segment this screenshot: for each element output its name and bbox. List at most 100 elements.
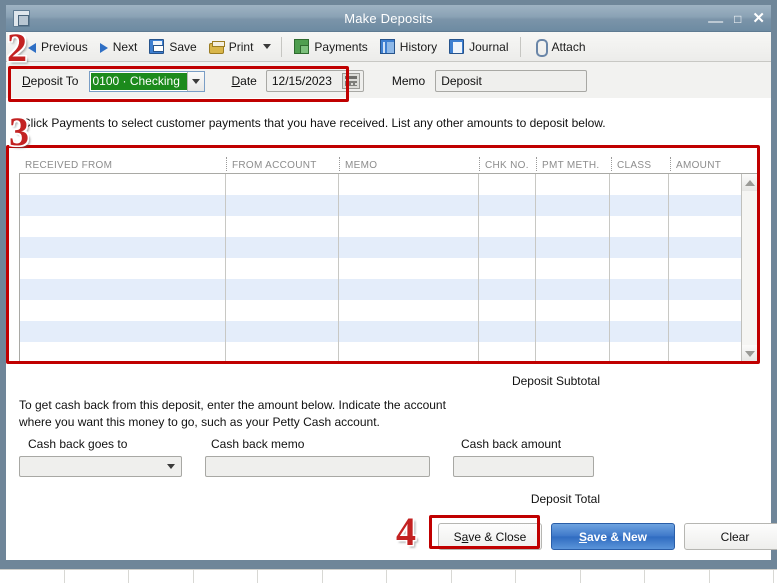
grid-header-received-from[interactable]: RECEIVED FROM: [19, 155, 226, 173]
toolbar-journal-button[interactable]: Journal: [443, 34, 514, 60]
cash-back-goes-to-combobox[interactable]: [19, 456, 182, 477]
table-cell[interactable]: [339, 342, 479, 362]
toolbar-payments-button[interactable]: Payments: [288, 34, 373, 60]
table-row[interactable]: [20, 300, 741, 321]
table-row[interactable]: [20, 237, 741, 258]
table-cell[interactable]: [339, 279, 479, 300]
toolbar-history-button[interactable]: History: [374, 34, 443, 60]
deposit-to-combobox[interactable]: 0100 · Checking: [89, 70, 206, 92]
table-cell[interactable]: [479, 279, 536, 300]
maximize-icon[interactable]: □: [734, 13, 741, 25]
table-cell[interactable]: [226, 237, 340, 258]
cash-back-amount-input[interactable]: [453, 456, 594, 477]
toolbar-print-button[interactable]: Print: [203, 34, 260, 60]
table-cell[interactable]: [669, 216, 741, 237]
table-cell[interactable]: [610, 216, 670, 237]
toolbar-save-button[interactable]: Save: [143, 34, 202, 60]
table-cell[interactable]: [669, 300, 741, 321]
grid-header-amount[interactable]: AMOUNT: [670, 155, 742, 173]
toolbar-next-button[interactable]: Next: [94, 34, 144, 60]
save-and-new-button[interactable]: Save & New: [551, 523, 675, 550]
table-row[interactable]: [20, 342, 741, 362]
table-cell[interactable]: [479, 342, 536, 362]
table-cell[interactable]: [226, 279, 340, 300]
table-row[interactable]: [20, 258, 741, 279]
minimize-icon[interactable]: —: [708, 14, 723, 29]
table-cell[interactable]: [610, 174, 670, 195]
table-cell[interactable]: [610, 279, 670, 300]
table-cell[interactable]: [536, 321, 611, 342]
table-cell[interactable]: [20, 300, 227, 321]
table-cell[interactable]: [669, 321, 741, 342]
grid-header-class[interactable]: CLASS: [611, 155, 670, 173]
table-cell[interactable]: [479, 216, 536, 237]
table-cell[interactable]: [339, 258, 479, 279]
grid-vertical-scrollbar[interactable]: [741, 174, 758, 362]
calendar-icon[interactable]: [341, 73, 360, 89]
table-cell[interactable]: [479, 237, 536, 258]
grid-header-pmt-meth[interactable]: PMT METH.: [536, 155, 611, 173]
table-cell[interactable]: [339, 237, 479, 258]
table-cell[interactable]: [536, 279, 611, 300]
table-cell[interactable]: [20, 342, 227, 362]
clear-button[interactable]: Clear: [684, 523, 777, 550]
table-cell[interactable]: [479, 300, 536, 321]
table-cell[interactable]: [479, 258, 536, 279]
table-cell[interactable]: [610, 321, 670, 342]
table-cell[interactable]: [610, 258, 670, 279]
table-row[interactable]: [20, 195, 741, 216]
table-cell[interactable]: [226, 174, 340, 195]
table-cell[interactable]: [536, 237, 611, 258]
table-cell[interactable]: [339, 216, 479, 237]
table-cell[interactable]: [536, 174, 611, 195]
table-cell[interactable]: [226, 321, 340, 342]
table-cell[interactable]: [20, 258, 227, 279]
table-cell[interactable]: [479, 195, 536, 216]
cash-back-memo-input[interactable]: [205, 456, 430, 477]
table-cell[interactable]: [479, 174, 536, 195]
table-cell[interactable]: [536, 258, 611, 279]
table-cell[interactable]: [536, 216, 611, 237]
table-row[interactable]: [20, 216, 741, 237]
scrollbar-track[interactable]: [742, 191, 758, 345]
print-dropdown-button[interactable]: [259, 35, 275, 59]
table-cell[interactable]: [610, 342, 670, 362]
table-cell[interactable]: [226, 342, 340, 362]
table-cell[interactable]: [669, 174, 741, 195]
table-cell[interactable]: [20, 237, 227, 258]
memo-input[interactable]: Deposit: [435, 70, 588, 92]
table-cell[interactable]: [339, 300, 479, 321]
save-and-close-button[interactable]: Save & Close: [438, 523, 542, 550]
table-cell[interactable]: [20, 279, 227, 300]
table-cell[interactable]: [339, 195, 479, 216]
table-cell[interactable]: [20, 195, 227, 216]
table-cell[interactable]: [20, 321, 227, 342]
table-cell[interactable]: [610, 300, 670, 321]
table-cell[interactable]: [536, 195, 611, 216]
scroll-up-arrow-icon[interactable]: [742, 174, 758, 191]
table-cell[interactable]: [610, 237, 670, 258]
table-cell[interactable]: [479, 321, 536, 342]
table-cell[interactable]: [669, 195, 741, 216]
table-cell[interactable]: [226, 258, 340, 279]
toolbar-previous-button[interactable]: Previous: [22, 34, 94, 60]
table-cell[interactable]: [339, 321, 479, 342]
table-cell[interactable]: [226, 216, 340, 237]
table-cell[interactable]: [536, 300, 611, 321]
close-icon[interactable]: ✕: [752, 11, 765, 26]
table-cell[interactable]: [20, 216, 227, 237]
table-row[interactable]: [20, 174, 741, 195]
table-row[interactable]: [20, 279, 741, 300]
scroll-down-arrow-icon[interactable]: [742, 345, 758, 362]
table-cell[interactable]: [610, 195, 670, 216]
table-cell[interactable]: [669, 258, 741, 279]
table-cell[interactable]: [226, 300, 340, 321]
table-cell[interactable]: [669, 237, 741, 258]
grid-header-chk-no[interactable]: CHK NO.: [479, 155, 536, 173]
toolbar-attach-button[interactable]: Attach: [527, 34, 591, 60]
table-row[interactable]: [20, 321, 741, 342]
deposit-to-dropdown-button[interactable]: [187, 71, 205, 91]
table-cell[interactable]: [669, 342, 741, 362]
table-cell[interactable]: [669, 279, 741, 300]
table-cell[interactable]: [536, 342, 611, 362]
